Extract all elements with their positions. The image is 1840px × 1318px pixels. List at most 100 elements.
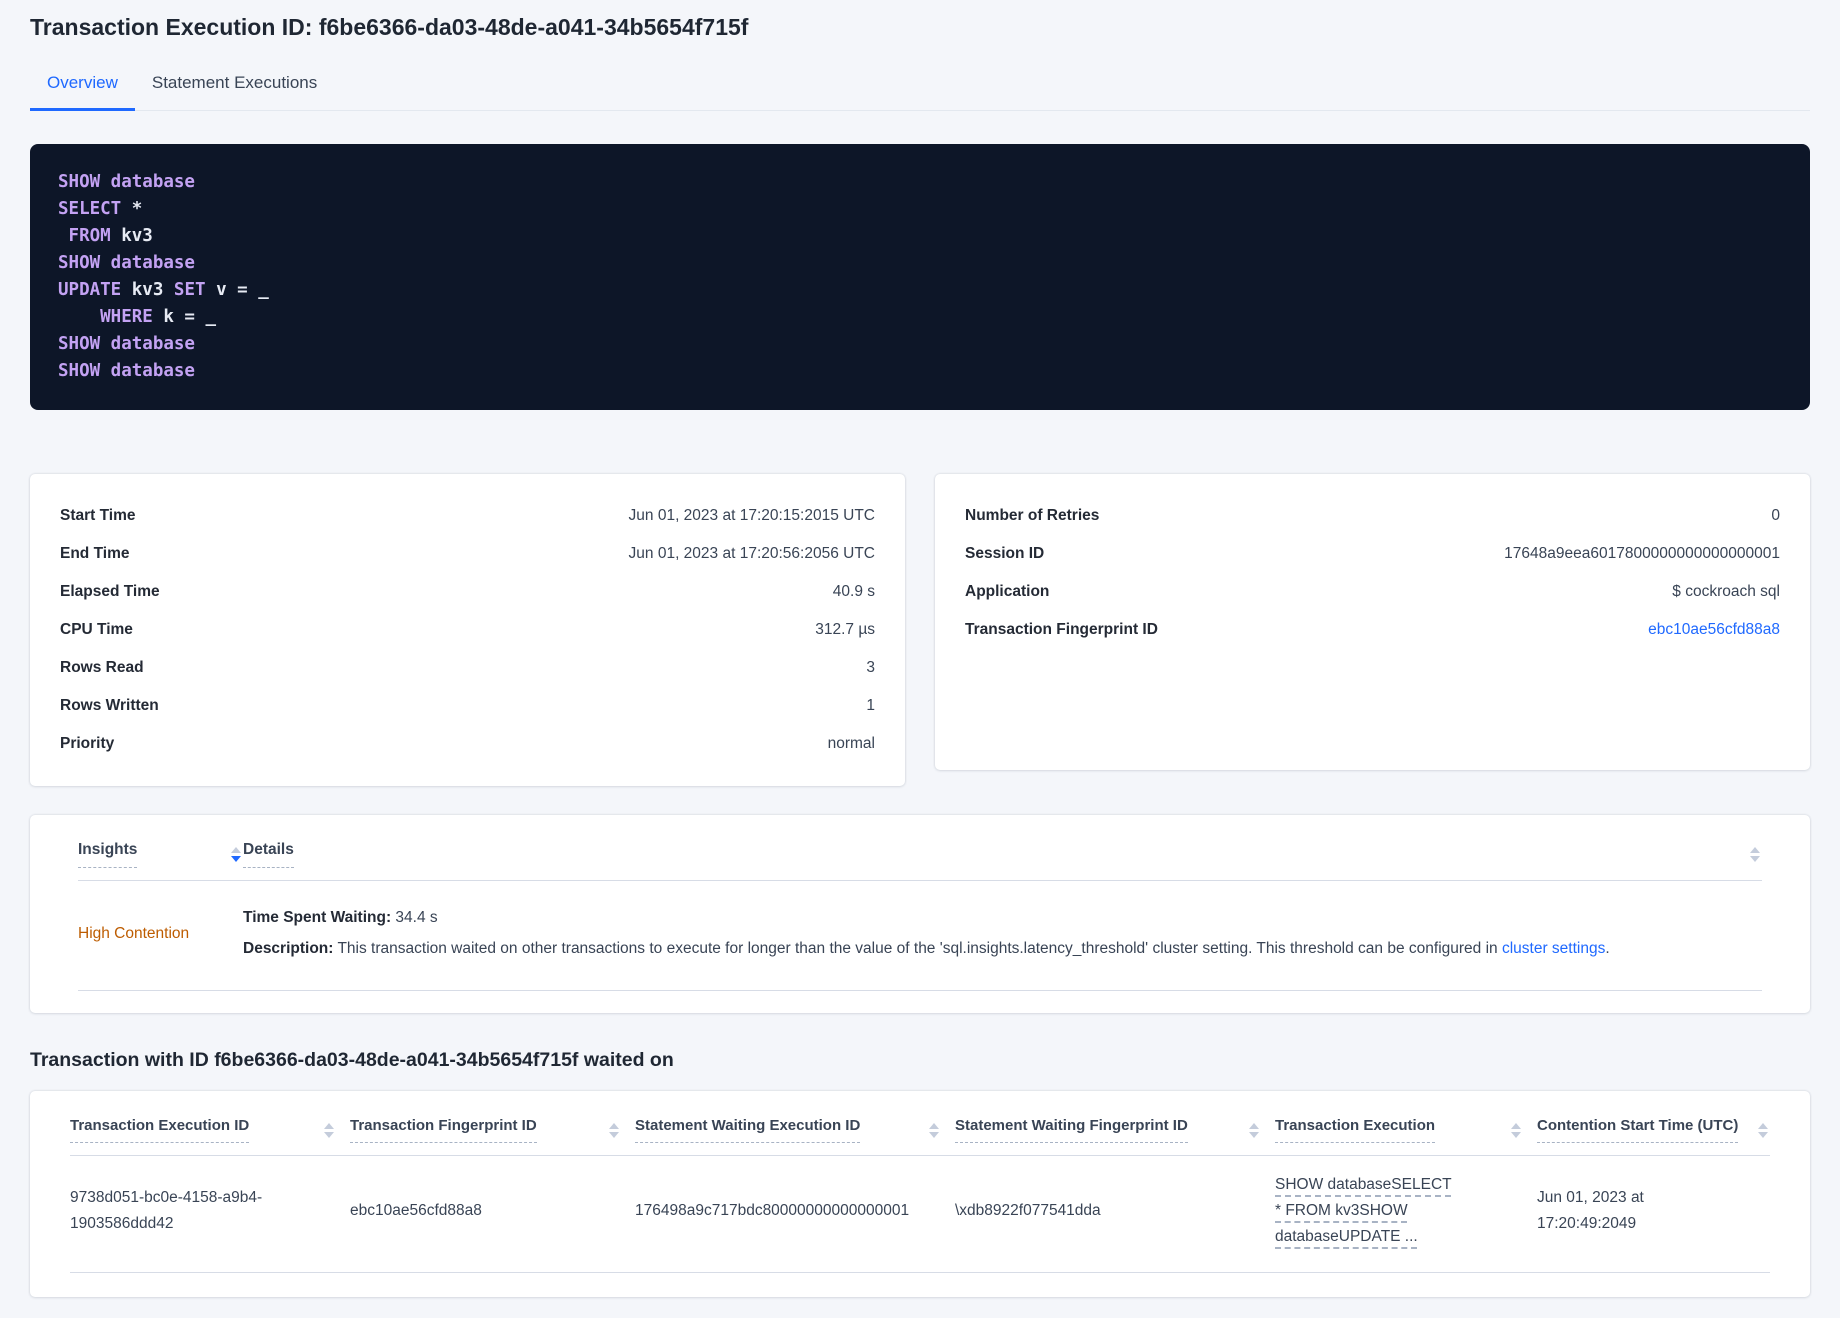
detail-value: $ cockroach sql [1672,583,1780,600]
detail-value: normal [827,735,875,752]
transaction-details-page: Transaction Execution ID: f6be6366-da03-… [0,0,1840,1297]
transaction-execution-preview[interactable]: SHOW databaseSELECT * FROM kv3SHOW datab… [1275,1172,1453,1250]
sort-down-arrow [1750,856,1760,862]
description-text: This transaction waited on other transac… [333,940,1502,957]
detail-label: Transaction Fingerprint ID [965,621,1158,638]
sort-down-arrow [929,1131,939,1138]
sql-token: SHOW database [58,334,195,354]
cell-transaction-execution-id: 9738d051-bc0e-4158-a9b4-1903586ddd42 [70,1189,263,1232]
column-header-label[interactable]: Transaction Execution ID [70,1117,250,1143]
detail-value: 0 [1771,507,1780,524]
sort-down-arrow [231,856,241,862]
insights-column: Insights [78,841,243,868]
page-title: Transaction Execution ID: f6be6366-da03-… [30,14,749,40]
sql-line: SHOW database [58,358,1782,385]
insights-column-header[interactable]: Insights [78,841,138,868]
insight-row: High Contention Time Spent Waiting: 34.4… [78,881,1762,991]
cluster-settings-link[interactable]: cluster settings [1502,940,1605,957]
cell-transaction-fingerprint-id: ebc10ae56cfd88a8 [350,1202,482,1219]
sort-up-arrow [231,847,241,853]
sql-box: SHOW database SELECT * FROM kv3 SHOW datab… [30,144,1810,410]
column-transaction-execution-id: Transaction Execution ID [70,1117,350,1143]
sort-icon[interactable] [322,1121,336,1140]
insights-table-header: Insights Details [78,815,1762,868]
waited-on-table: Transaction Execution ID Transaction Fin… [30,1091,1810,1297]
sql-token: * [131,199,143,219]
column-header-label[interactable]: Statement Waiting Execution ID [635,1117,861,1143]
time-spent-waiting: Time Spent Waiting: 34.4 s [243,905,1610,931]
detail-row: Transaction Fingerprint ID ebc10ae56cfd88… [965,611,1780,649]
sql-token: SHOW database [58,361,195,381]
sql-token: SHOW database [58,253,195,273]
insights-table: Insights Details High Contention Time Sp… [30,815,1810,1013]
detail-label: Number of Retries [965,507,1100,524]
detail-label: Elapsed Time [60,583,160,600]
time-spent-waiting-value: 34.4 s [391,909,438,926]
detail-label: Start Time [60,507,136,524]
detail-row: Elapsed Time 40.9 s [60,573,875,611]
tab-statement-executions[interactable]: Statement Executions [135,65,334,110]
detail-value: 40.9 s [832,583,875,600]
sort-up-arrow [1511,1122,1521,1129]
sort-up-arrow [1249,1122,1259,1129]
detail-row: Rows Read 3 [60,649,875,687]
sort-icon[interactable] [927,1121,941,1140]
detail-value: 1 [866,697,875,714]
sort-down-arrow [1249,1131,1259,1138]
detail-row: Session ID 17648a9eea60178000000000000000… [965,535,1780,573]
sql-token: SHOW database [58,172,195,192]
table-row: 9738d051-bc0e-4158-a9b4-1903586ddd42 ebc… [70,1156,1770,1273]
transaction-fingerprint-link[interactable]: ebc10ae56cfd88a8 [1648,621,1780,639]
details-column-header[interactable]: Details [243,841,294,868]
sql-token: UPDATE [58,280,132,300]
sort-down-arrow [1511,1131,1521,1138]
cell-contention-start-time: Jun 01, 2023 at 17:20:49:2049 [1537,1189,1644,1232]
overview-cards: Start Time Jun 01, 2023 at 17:20:15:2015 … [30,474,1810,786]
column-header-label[interactable]: Contention Start Time (UTC) [1537,1117,1739,1143]
sort-icon[interactable] [1247,1121,1261,1140]
detail-label: Session ID [965,545,1045,562]
detail-label: Rows Written [60,697,159,714]
cell-transaction-execution: SHOW databaseSELECT * FROM kv3SHOW datab… [1275,1172,1537,1250]
detail-value: 312.7 µs [815,621,875,638]
column-transaction-execution: Transaction Execution [1275,1117,1537,1143]
detail-row: Number of Retries 0 [965,497,1780,535]
sort-down-arrow [609,1131,619,1138]
sql-line: FROM kv3 [58,223,1782,250]
sql-token: k = _ [163,307,217,327]
sql-line: SHOW database [58,169,1782,196]
sql-line: UPDATE kv3 SET v = _ [58,277,1782,304]
sort-up-arrow [1758,1122,1768,1129]
detail-label: Application [965,583,1050,600]
overview-card-right: Number of Retries 0 Session ID 17648a9eea60… [935,474,1810,770]
cell-statement-waiting-fingerprint-id: \xdb8922f077541dda [955,1202,1101,1219]
tab-overview[interactable]: Overview [30,65,135,111]
sql-token: kv3 [121,226,153,246]
sql-line: SELECT * [58,196,1782,223]
detail-value: Jun 01, 2023 at 17:20:15:2015 UTC [628,507,875,524]
sort-icon[interactable] [229,845,243,864]
sort-icon[interactable] [1509,1121,1523,1140]
sql-token: v = _ [216,280,269,300]
detail-row: CPU Time 312.7 µs [60,611,875,649]
column-header-label[interactable]: Transaction Fingerprint ID [350,1117,537,1143]
detail-value: Jun 01, 2023 at 17:20:56:2056 UTC [628,545,875,562]
sql-line: WHERE k = _ [58,304,1782,331]
detail-label: End Time [60,545,130,562]
cell-statement-waiting-execution-id: 176498a9c717bdc80000000000000001 [635,1202,910,1219]
sort-up-arrow [609,1122,619,1129]
detail-row: Start Time Jun 01, 2023 at 17:20:15:2015 … [60,497,875,535]
sort-icon[interactable] [1748,845,1762,864]
sort-up-arrow [929,1122,939,1129]
column-header-label[interactable]: Transaction Execution [1275,1117,1436,1143]
sql-token: SELECT [58,199,132,219]
column-contention-start-time: Contention Start Time (UTC) [1537,1117,1770,1143]
insight-details: Time Spent Waiting: 34.4 s Description: … [243,905,1610,962]
detail-label: CPU Time [60,621,133,638]
description-label: Description: [243,940,334,957]
sort-icon[interactable] [1756,1121,1770,1140]
detail-value: 3 [866,659,875,676]
sql-line: SHOW database [58,250,1782,277]
column-header-label[interactable]: Statement Waiting Fingerprint ID [955,1117,1188,1143]
sort-icon[interactable] [607,1121,621,1140]
